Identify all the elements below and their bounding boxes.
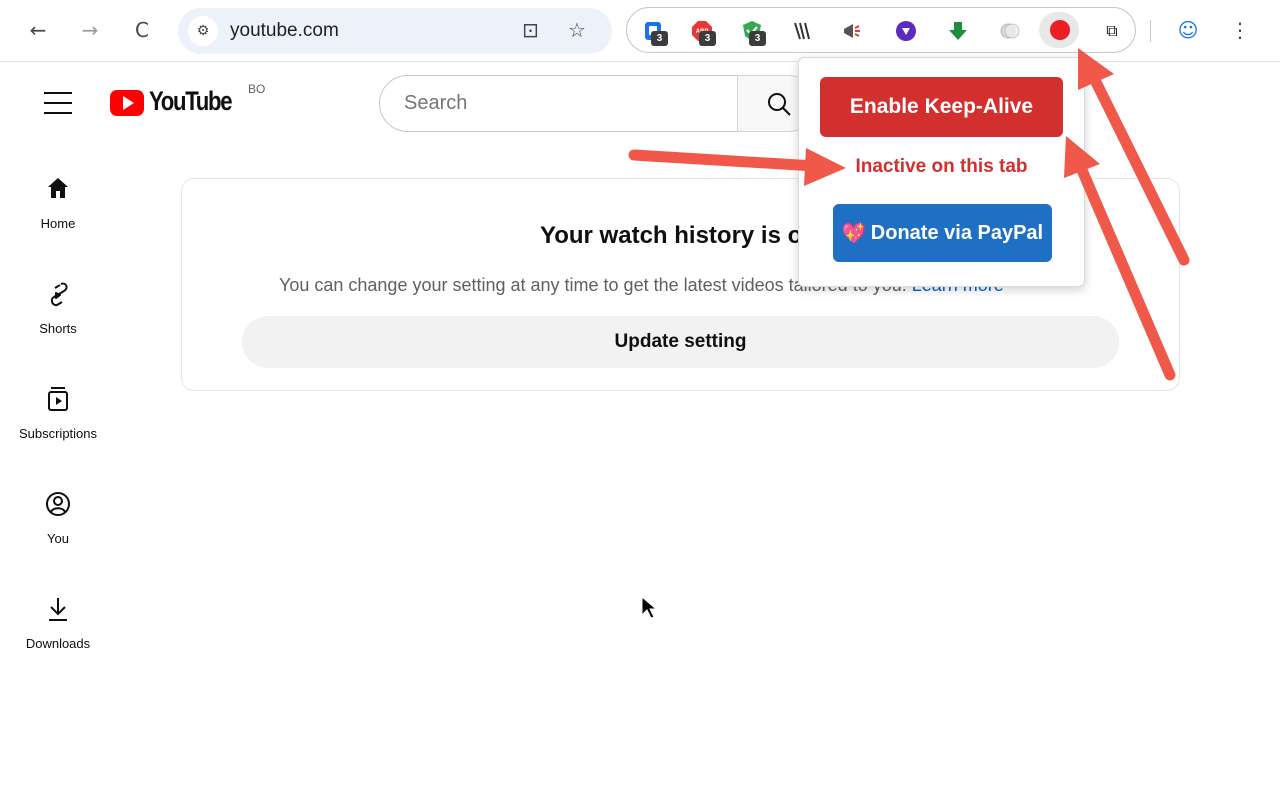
browser-menu-icon[interactable]: ⋮ (1224, 14, 1256, 46)
extension-tab-icon[interactable]: 3 (641, 18, 668, 46)
shield-extension-icon[interactable]: 3 (739, 18, 766, 46)
search-placeholder: Search (404, 92, 468, 114)
sidebar-item-label: Shorts (39, 321, 77, 336)
megaphone-extension-icon[interactable] (839, 18, 865, 44)
youtube-logo-icon[interactable] (110, 90, 144, 116)
sidebar-item-subscriptions[interactable]: Subscriptions (0, 384, 116, 464)
mouse-cursor-icon (641, 596, 657, 619)
sidebar-item-label: Downloads (25, 636, 91, 651)
sidebar-item-home[interactable]: Home (0, 174, 116, 254)
url-text[interactable]: youtube.com (230, 20, 339, 42)
donate-paypal-button[interactable]: 💖 Donate via PayPal (833, 204, 1052, 262)
search-input[interactable]: Search (379, 75, 739, 132)
browser-toolbar: ← → C ⚙ youtube.com ⊡ ☆ 3 ABP 3 3 (0, 0, 1280, 62)
card-title: Your watch history is o (540, 222, 803, 249)
record-dot-icon[interactable] (1050, 20, 1070, 40)
sidebar-item-shorts[interactable]: Shorts (0, 279, 116, 359)
antenna-extension-icon[interactable] (789, 18, 815, 44)
search-icon (768, 93, 791, 116)
enable-keep-alive-button[interactable]: Enable Keep-Alive (820, 77, 1063, 137)
back-icon[interactable]: ← (22, 14, 54, 46)
sparkling-heart-icon: 💖 (841, 221, 867, 245)
download-extension-icon[interactable] (945, 18, 971, 44)
country-code: BO (248, 82, 266, 96)
extension-badge: 3 (749, 31, 766, 46)
install-app-icon[interactable]: ⊡ (522, 18, 539, 42)
adblock-extension-icon[interactable]: ABP 3 (689, 18, 716, 46)
extension-badge: 3 (651, 31, 668, 46)
sidebar-item-downloads[interactable]: Downloads (0, 594, 116, 674)
status-text: Inactive on this tab (855, 156, 1028, 177)
extensions-puzzle-icon[interactable]: ⧉ (1099, 18, 1125, 44)
download-icon (49, 598, 67, 621)
shorts-icon (50, 282, 68, 307)
donate-label: Donate via PayPal (870, 221, 1044, 244)
bookmark-star-icon[interactable]: ☆ (568, 18, 586, 42)
keep-alive-popup: Enable Keep-Alive Inactive on this tab 💖… (798, 57, 1085, 287)
home-icon (48, 178, 68, 198)
sidebar-item-label: You (47, 531, 69, 546)
extension-badge: 3 (699, 31, 716, 46)
sidebar-item-label: Subscriptions (18, 426, 98, 441)
forward-icon[interactable]: → (74, 14, 106, 46)
circles-extension-icon[interactable] (997, 18, 1023, 44)
update-setting-button[interactable]: Update setting (242, 316, 1119, 368)
site-settings-icon[interactable]: ⚙ (188, 16, 218, 46)
toolbar-separator (1150, 20, 1151, 42)
you-icon (46, 492, 70, 516)
sidebar-item-you[interactable]: You (0, 489, 116, 569)
screenshot: ← → C ⚙ youtube.com ⊡ ☆ 3 ABP 3 3 (0, 0, 1280, 800)
reload-icon[interactable]: C (126, 14, 158, 46)
subscriptions-icon (48, 387, 68, 411)
address-bar[interactable]: ⚙ youtube.com ⊡ ☆ (178, 8, 612, 54)
profile-icon[interactable]: ☺ (1172, 14, 1204, 46)
hamburger-menu-icon[interactable] (44, 92, 72, 114)
vpn-extension-icon[interactable] (893, 18, 919, 44)
youtube-logo-text[interactable]: YouTube (149, 86, 233, 117)
extensions-bar: 3 ABP 3 3 (626, 7, 1136, 53)
sidebar-item-label: Home (40, 216, 76, 231)
